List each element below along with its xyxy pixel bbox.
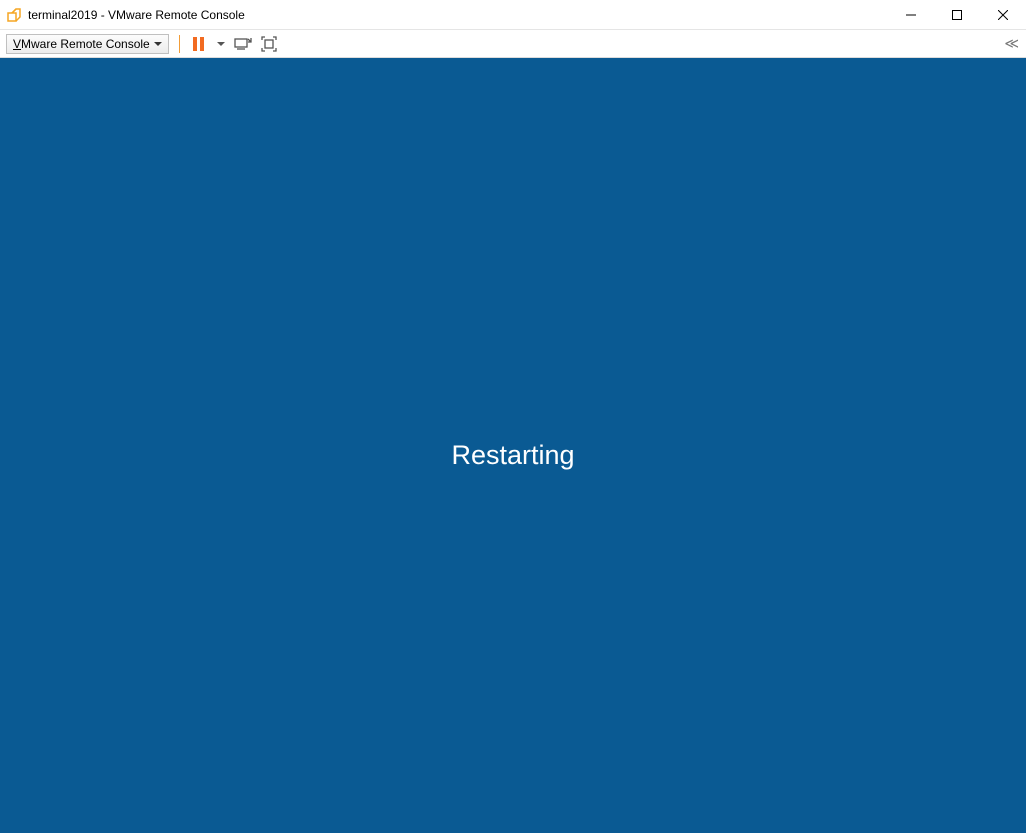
double-chevron-left-icon: ≪ bbox=[1004, 35, 1016, 51]
chevron-down-icon bbox=[217, 42, 225, 46]
send-cad-icon bbox=[234, 36, 252, 52]
toolbar-separator bbox=[179, 35, 180, 53]
pause-button[interactable] bbox=[188, 33, 210, 55]
window-title: terminal2019 - VMware Remote Console bbox=[28, 8, 888, 22]
maximize-button[interactable] bbox=[934, 0, 980, 29]
vmrc-menu-mnemonic: V bbox=[13, 37, 21, 51]
vmrc-app-icon bbox=[6, 7, 22, 23]
fullscreen-button[interactable] bbox=[258, 33, 280, 55]
send-ctrl-alt-del-button[interactable] bbox=[232, 33, 254, 55]
minimize-button[interactable] bbox=[888, 0, 934, 29]
pause-dropdown-button[interactable] bbox=[214, 33, 228, 55]
vmrc-menu-label: Mware Remote Console bbox=[21, 37, 150, 51]
window-controls bbox=[888, 0, 1026, 29]
fullscreen-icon bbox=[261, 36, 277, 52]
titlebar: terminal2019 - VMware Remote Console bbox=[0, 0, 1026, 30]
guest-screen[interactable]: Restarting bbox=[0, 58, 1026, 833]
dropdown-caret-icon bbox=[154, 42, 162, 46]
guest-status-text: Restarting bbox=[451, 440, 574, 471]
collapse-toolbar-button[interactable]: ≪ bbox=[1000, 35, 1020, 52]
toolbar: VMware Remote Console ≪ bbox=[0, 30, 1026, 58]
vmrc-menu-button[interactable]: VMware Remote Console bbox=[6, 34, 169, 54]
close-button[interactable] bbox=[980, 0, 1026, 29]
pause-icon bbox=[193, 37, 204, 51]
